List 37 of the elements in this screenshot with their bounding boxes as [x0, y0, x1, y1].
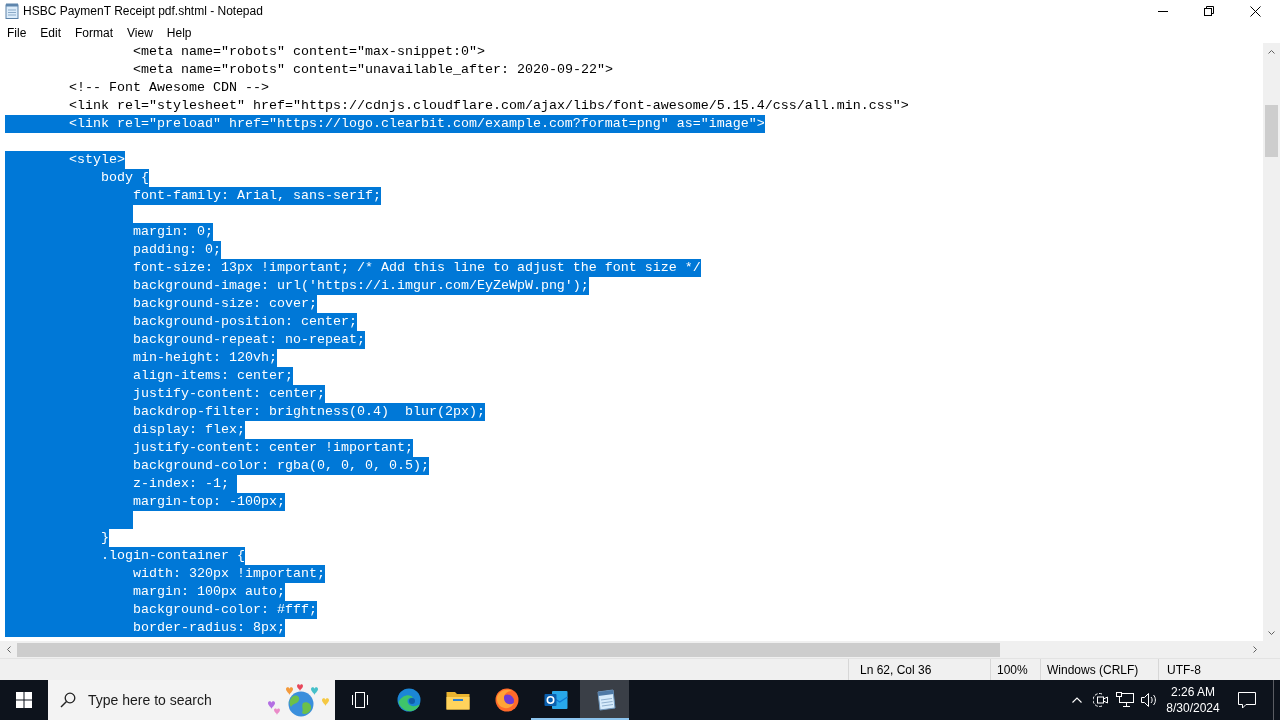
- speech-bubble-icon: [1238, 691, 1256, 709]
- menu-item[interactable]: Help: [159, 23, 199, 42]
- cursor-position: Ln 62, Col 36: [860, 662, 932, 677]
- browser-icon: [396, 688, 421, 712]
- code-line: <meta name="robots" content="max-snippet:0">: [133, 43, 485, 61]
- network-icon: [1116, 692, 1134, 708]
- task-view-icon: [350, 692, 369, 708]
- chevron-up-icon: [1072, 697, 1082, 703]
- fox-browser-icon: [494, 688, 519, 712]
- camera-icon: [1093, 692, 1109, 708]
- scrollbar-thumb[interactable]: [17, 642, 1000, 657]
- speaker-icon: [1140, 692, 1158, 708]
- menu-item[interactable]: View: [120, 23, 160, 42]
- search-icon: [60, 692, 76, 708]
- minimize-icon: [1158, 10, 1168, 12]
- line-ending: Windows (CRLF): [1047, 662, 1139, 677]
- text-encoding: UTF-8: [1167, 662, 1201, 677]
- menu-item[interactable]: File: [0, 23, 34, 42]
- notepad-button[interactable]: [580, 680, 629, 720]
- menu-item[interactable]: Edit: [33, 23, 69, 42]
- mail-icon: [543, 689, 568, 711]
- restore-icon: [1204, 6, 1214, 16]
- menu-item[interactable]: Format: [68, 23, 121, 42]
- horizontal-scrollbar[interactable]: [0, 641, 1263, 658]
- notepad-icon: [4, 3, 20, 19]
- zoom-level: 100%: [997, 662, 1028, 677]
- window-title: HSBC PaymenT Receipt pdf.shtml - Notepad: [23, 4, 263, 18]
- scrollbar-thumb[interactable]: [1265, 105, 1278, 157]
- clock-button[interactable]: 2:26 AM 8/30/2024: [1161, 680, 1225, 720]
- search-field[interactable]: Type here to search: [48, 680, 335, 720]
- close-icon: [1249, 5, 1261, 17]
- folder-icon: [445, 690, 470, 710]
- vertical-scrollbar[interactable]: [1263, 43, 1280, 641]
- code-line: <link rel="stylesheet" href="https://cdnjs.cloudflare.com/ajax/libs/font-awesome/5.15.4/css/all.min.css">: [69, 97, 909, 115]
- windows-logo-icon: [16, 692, 32, 708]
- code-line: <meta name="robots" content="unavailable_after: 2020-09-22">: [133, 61, 613, 79]
- code-line: <!-- Font Awesome CDN -->: [69, 79, 269, 97]
